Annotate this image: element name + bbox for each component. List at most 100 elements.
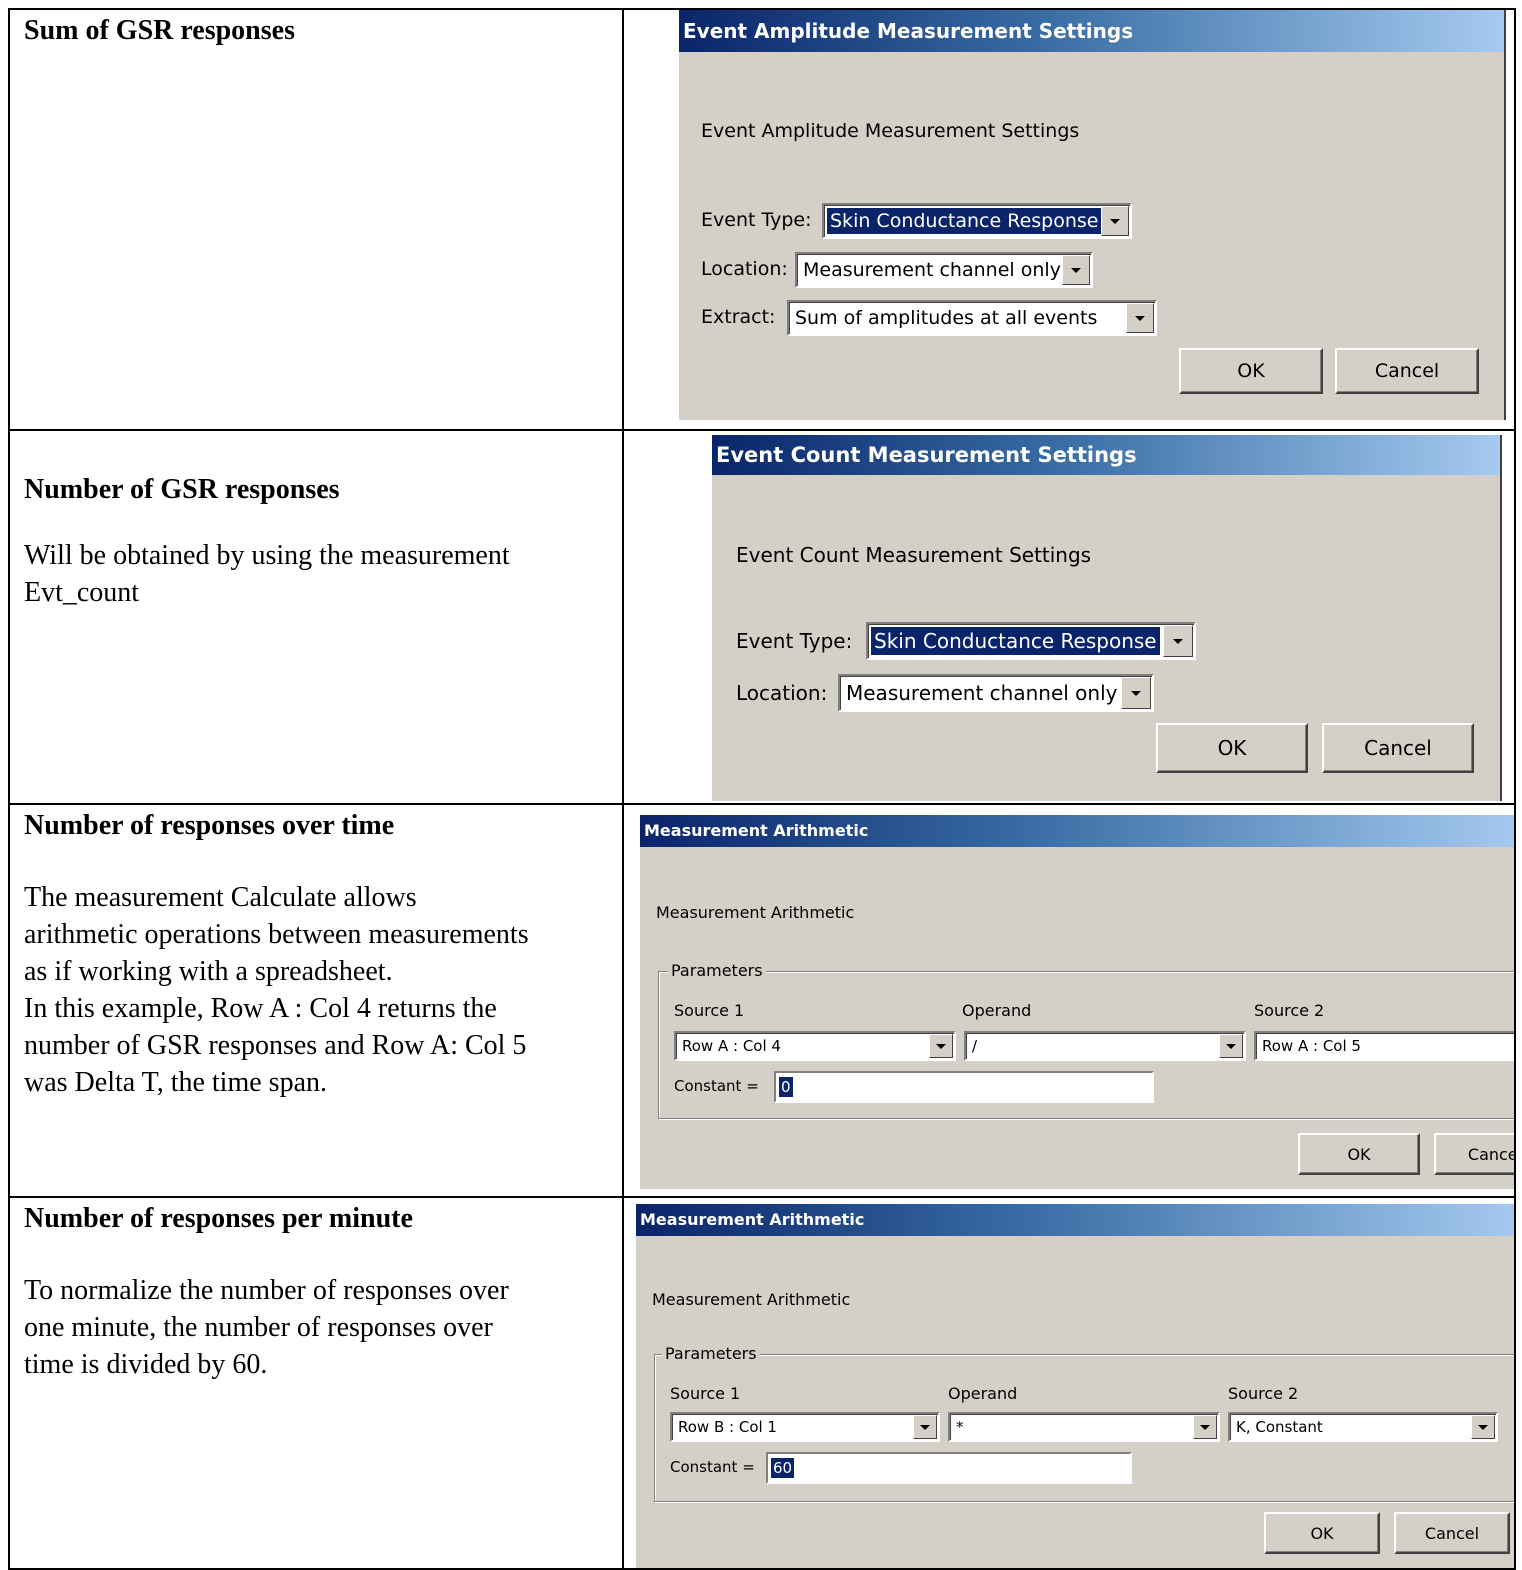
dialog-titlebar[interactable]: Event Amplitude Measurement Settings	[679, 10, 1504, 52]
row-title: Number of responses over time	[24, 810, 395, 841]
event-count-dialog: Event Count Measurement Settings Event C…	[712, 435, 1502, 801]
source2-dropdown-button[interactable]	[1471, 1415, 1495, 1439]
ok-button[interactable]: OK	[1156, 723, 1308, 773]
row-description-line: In this example, Row A : Col 4 returns t…	[24, 993, 497, 1024]
constant-label: Constant =	[670, 1458, 755, 1476]
parameters-legend: Parameters	[662, 1344, 760, 1363]
ok-button[interactable]: OK	[1179, 348, 1323, 394]
source2-label: Source 2	[1254, 1001, 1325, 1020]
table-row-sum-gsr: Sum of GSR responses Event Amplitude Mea…	[8, 8, 1516, 429]
constant-label: Constant =	[674, 1077, 759, 1095]
event-type-value: Skin Conductance Response	[871, 627, 1160, 655]
location-select[interactable]: Measurement channel only	[838, 674, 1154, 712]
ok-button[interactable]: OK	[1264, 1512, 1380, 1554]
parameters-legend: Parameters	[668, 961, 766, 980]
operand-dropdown-button[interactable]	[1193, 1415, 1217, 1439]
source1-select[interactable]: Row B : Col 1	[670, 1412, 940, 1442]
row-description-line: Will be obtained by using the measuremen…	[24, 540, 510, 571]
ok-button-label: OK	[1310, 1523, 1334, 1543]
operand-select[interactable]: *	[948, 1412, 1220, 1442]
constant-input[interactable]: 60	[766, 1452, 1132, 1484]
row-description-line: number of GSR responses and Row A: Col 5	[24, 1030, 527, 1061]
screenshot-cell: Measurement Arithmetic Measurement Arith…	[626, 805, 1514, 1196]
source2-select[interactable]: Row A : Col 5	[1254, 1031, 1514, 1061]
description-cell: Number of responses over time The measur…	[10, 805, 624, 1196]
event-type-label: Event Type:	[701, 209, 812, 231]
constant-input[interactable]: 0	[774, 1071, 1154, 1103]
dialog-title: Measurement Arithmetic	[640, 1210, 865, 1229]
row-title: Sum of GSR responses	[24, 15, 295, 46]
source1-select[interactable]: Row A : Col 4	[674, 1031, 956, 1061]
ok-button-label: OK	[1347, 1144, 1371, 1164]
extract-label: Extract:	[701, 306, 776, 328]
source1-dropdown-button[interactable]	[929, 1034, 953, 1058]
extract-dropdown-button[interactable]	[1126, 303, 1154, 333]
operand-dropdown-button[interactable]	[1219, 1034, 1243, 1058]
event-type-select[interactable]: Skin Conductance Response	[866, 622, 1196, 660]
event-type-select[interactable]: Skin Conductance Response	[822, 203, 1132, 239]
dialog-heading: Event Count Measurement Settings	[736, 543, 1092, 567]
source2-select[interactable]: K, Constant	[1228, 1412, 1498, 1442]
row-description-line: Evt_count	[24, 577, 140, 608]
location-dropdown-button[interactable]	[1062, 255, 1090, 285]
location-dropdown-button[interactable]	[1121, 677, 1151, 709]
row-title: Number of GSR responses	[24, 474, 340, 505]
row-description-line: as if working with a spreadsheet.	[24, 956, 393, 987]
table-row-count-gsr: Number of GSR responses Will be obtained…	[8, 429, 1516, 803]
operand-select[interactable]: /	[964, 1031, 1246, 1061]
chevron-down-icon	[1071, 267, 1081, 273]
event-type-value: Skin Conductance Response	[827, 208, 1102, 234]
ok-button-label: OK	[1217, 736, 1247, 760]
location-label: Location:	[736, 681, 828, 705]
chevron-down-icon	[1226, 1043, 1236, 1049]
chevron-down-icon	[1110, 218, 1120, 224]
location-label: Location:	[701, 258, 788, 280]
dialog-heading: Measurement Arithmetic	[656, 903, 855, 922]
source1-label: Source 1	[670, 1384, 741, 1403]
chevron-down-icon	[936, 1043, 946, 1049]
description-cell: Number of GSR responses Will be obtained…	[10, 431, 624, 803]
cancel-button-label: Cancel	[1467, 1144, 1514, 1164]
cancel-button[interactable]: Cancel	[1434, 1133, 1514, 1175]
operand-label: Operand	[962, 1001, 1032, 1020]
chevron-down-icon	[1135, 315, 1145, 321]
location-select[interactable]: Measurement channel only	[795, 252, 1093, 288]
dialog-titlebar[interactable]: Measurement Arithmetic	[636, 1204, 1514, 1236]
cancel-button[interactable]: Cancel	[1394, 1512, 1510, 1554]
dialog-title: Event Count Measurement Settings	[716, 443, 1137, 467]
operand-value: *	[956, 1418, 964, 1436]
cancel-button-label: Cancel	[1424, 1523, 1480, 1543]
dialog-heading: Event Amplitude Measurement Settings	[701, 120, 1080, 142]
screenshot-cell: Event Count Measurement Settings Event C…	[626, 431, 1514, 803]
event-type-dropdown-button[interactable]	[1101, 206, 1129, 236]
chevron-down-icon	[1478, 1424, 1488, 1430]
location-value: Measurement channel only	[846, 681, 1118, 705]
constant-value: 60	[771, 1458, 795, 1478]
chevron-down-icon	[1173, 638, 1183, 644]
event-type-label: Event Type:	[736, 629, 853, 653]
ok-button[interactable]: OK	[1298, 1133, 1420, 1175]
source1-value: Row A : Col 4	[682, 1037, 781, 1055]
dialog-title: Measurement Arithmetic	[644, 821, 869, 840]
cancel-button-label: Cancel	[1374, 360, 1440, 382]
ok-button-label: OK	[1237, 360, 1265, 382]
measurement-arithmetic-dialog-2: Measurement Arithmetic Measurement Arith…	[636, 1204, 1514, 1568]
screenshot-cell: Event Amplitude Measurement Settings Eve…	[626, 10, 1514, 429]
dialog-titlebar[interactable]: Event Count Measurement Settings	[712, 435, 1500, 475]
source2-value: Row A : Col 5	[1262, 1037, 1361, 1055]
extract-select[interactable]: Sum of amplitudes at all events	[787, 300, 1157, 336]
cancel-button[interactable]: Cancel	[1322, 723, 1474, 773]
source1-dropdown-button[interactable]	[913, 1415, 937, 1439]
event-type-dropdown-button[interactable]	[1163, 625, 1193, 657]
screenshot-cell: Measurement Arithmetic Measurement Arith…	[626, 1198, 1514, 1568]
table-row-responses-per-minute: Number of responses per minute To normal…	[8, 1196, 1516, 1570]
cancel-button[interactable]: Cancel	[1335, 348, 1479, 394]
source1-value: Row B : Col 1	[678, 1418, 777, 1436]
row-description-line: time is divided by 60.	[24, 1349, 268, 1380]
chevron-down-icon	[920, 1424, 930, 1430]
chevron-down-icon	[1200, 1424, 1210, 1430]
source2-label: Source 2	[1228, 1384, 1299, 1403]
operand-label: Operand	[948, 1384, 1018, 1403]
operand-value: /	[972, 1037, 978, 1055]
dialog-titlebar[interactable]: Measurement Arithmetic	[640, 815, 1514, 847]
